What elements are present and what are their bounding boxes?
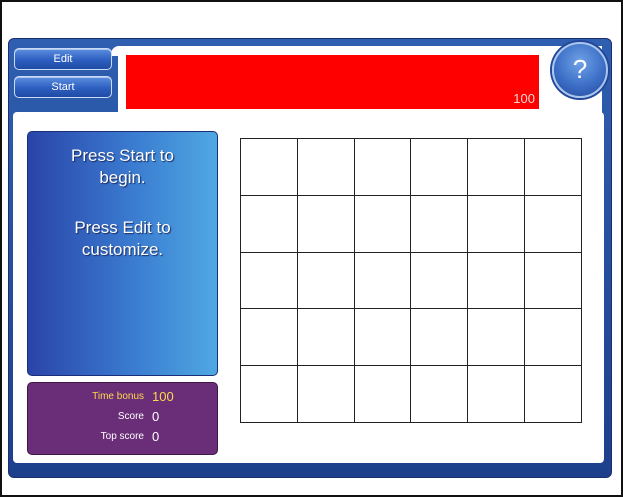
top-score-label: Top score (100, 431, 144, 442)
grid-cell[interactable] (468, 195, 526, 253)
timer-bar-value: 100 (513, 91, 535, 106)
grid-cell[interactable] (411, 252, 469, 310)
grid-cell[interactable] (468, 309, 526, 367)
grid-cell[interactable] (468, 139, 526, 196)
grid-cell[interactable] (241, 195, 298, 253)
grid-cell[interactable] (411, 139, 469, 196)
instruction-line-3: Press Edit to (74, 218, 171, 237)
grid-cell[interactable] (354, 252, 412, 310)
question-mark-icon: ? (572, 54, 588, 84)
grid-cell[interactable] (411, 195, 469, 253)
grid-cell[interactable] (354, 139, 412, 196)
grid-cell[interactable] (354, 195, 412, 253)
instructions-panel: Press Start to begin. Press Edit to cust… (27, 131, 218, 376)
grid-cell[interactable] (411, 366, 469, 423)
game-grid (240, 138, 582, 423)
score-row: Score 0 (28, 408, 217, 426)
grid-cell[interactable] (241, 139, 298, 196)
start-button[interactable]: Start (14, 76, 112, 98)
time-bonus-value: 100 (152, 389, 174, 404)
score-panel: Time bonus 100 Score 0 Top score 0 (27, 382, 218, 455)
grid-cell[interactable] (354, 366, 412, 423)
grid-cell[interactable] (354, 309, 412, 367)
edit-button[interactable]: Edit (14, 48, 112, 70)
grid-cell[interactable] (241, 366, 298, 423)
grid-cell[interactable] (297, 366, 355, 423)
instruction-line-1: Press Start to (71, 146, 174, 165)
help-button[interactable]: ? (552, 42, 608, 98)
instruction-line-4: customize. (81, 240, 164, 259)
grid-cell[interactable] (297, 309, 355, 367)
top-score-row: Top score 0 (28, 428, 217, 446)
top-score-value: 0 (152, 429, 160, 444)
grid-cell[interactable] (241, 252, 298, 310)
time-bonus-label: Time bonus (92, 391, 144, 402)
grid-cell[interactable] (468, 252, 526, 310)
score-value: 0 (152, 409, 160, 424)
grid-cell[interactable] (297, 252, 355, 310)
grid-cell[interactable] (525, 252, 582, 310)
grid-cell[interactable] (411, 309, 469, 367)
grid-cell[interactable] (525, 309, 582, 367)
grid-cell[interactable] (297, 139, 355, 196)
grid-cell[interactable] (525, 139, 582, 196)
grid-cell[interactable] (297, 195, 355, 253)
header-corner (111, 46, 121, 56)
grid-cell[interactable] (468, 366, 526, 423)
time-bonus-row: Time bonus 100 (28, 388, 217, 406)
score-label: Score (117, 411, 144, 422)
instruction-line-2: begin. (99, 168, 146, 187)
grid-cell[interactable] (525, 195, 582, 253)
grid-cell[interactable] (241, 309, 298, 367)
grid-cell[interactable] (525, 366, 582, 423)
timer-bar: 100 (126, 55, 539, 109)
